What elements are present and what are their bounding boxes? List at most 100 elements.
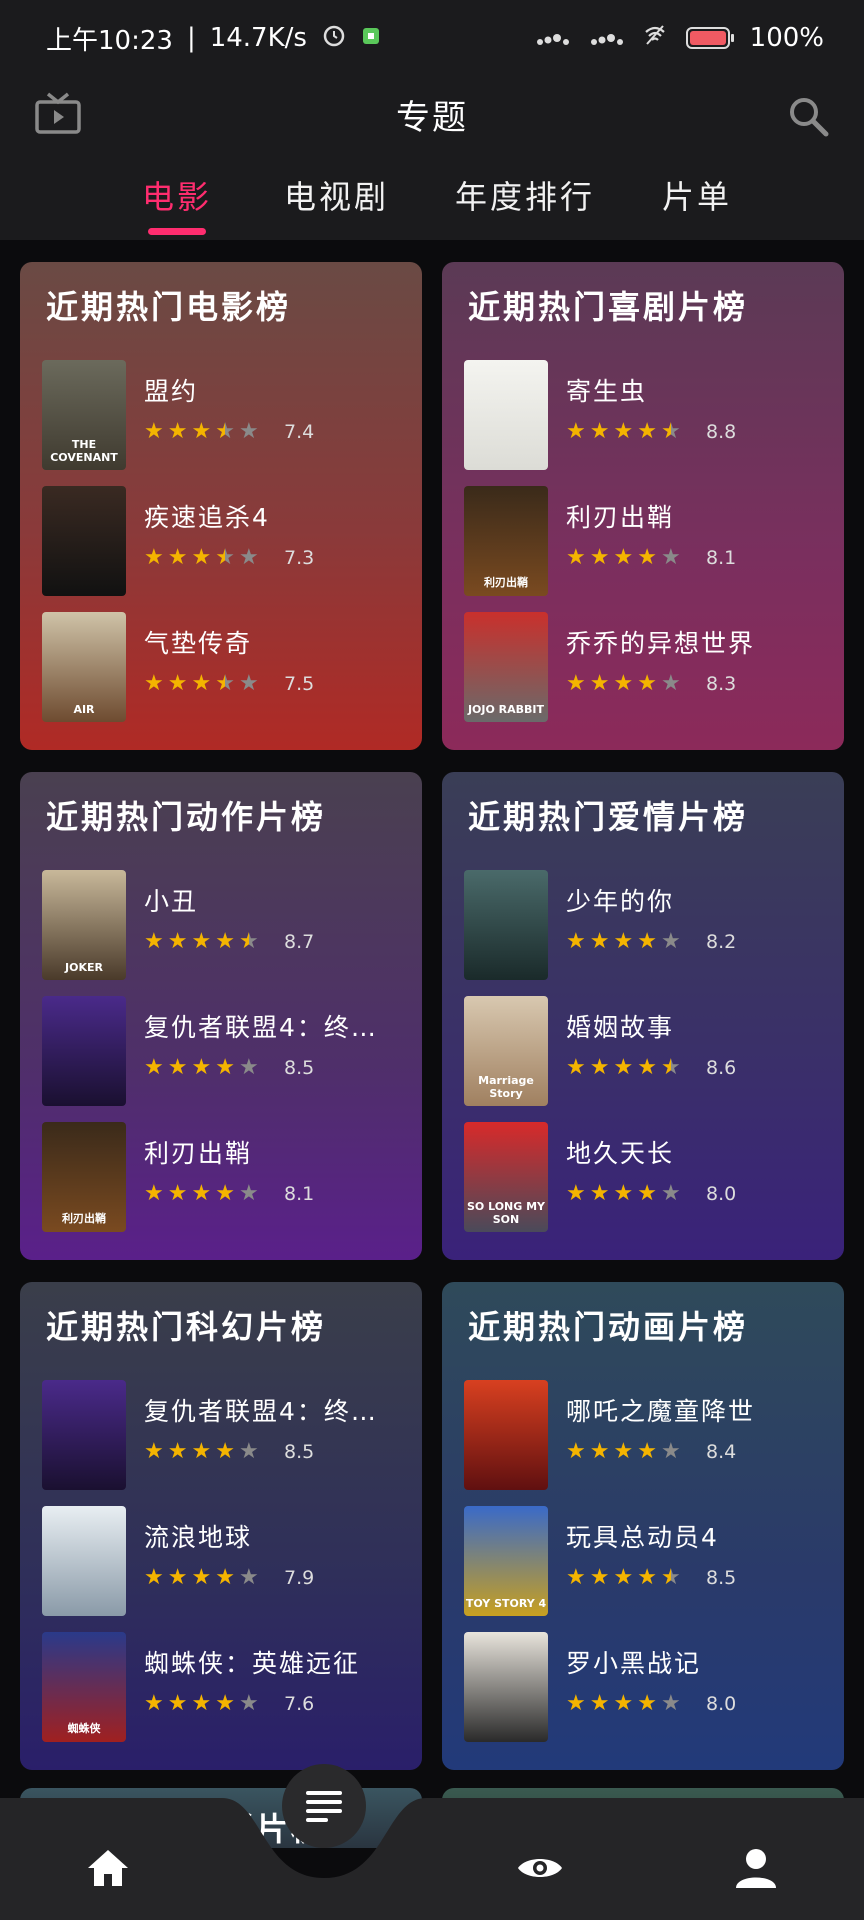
star-icon: ★ (637, 545, 657, 570)
poster-title-text: JOKER (65, 961, 103, 974)
star-icon: ★ (191, 1691, 212, 1716)
movie-item[interactable]: JOJO RABBIT 乔乔的异想世界 ★ ★ ★ ★ ★ 8.3 (464, 612, 834, 722)
star-icon: ★ (167, 671, 188, 696)
star-icon: ★ (238, 419, 259, 444)
movie-item[interactable]: 少年的你 ★ ★ ★ ★ ★ 8.2 (464, 870, 834, 980)
movie-item[interactable]: 寄生虫 ★ ★ ★ ★ ★ 8.8 (464, 360, 834, 470)
star-icon: ★ (660, 1055, 681, 1080)
status-time: 上午10:23 (46, 25, 173, 56)
star-icon: ★ (660, 1181, 681, 1206)
movie-title: 复仇者联盟4：终… (144, 1013, 378, 1042)
star-icon: ★ (566, 1565, 586, 1590)
movie-item[interactable]: 复仇者联盟4：终… ★ ★ ★ ★ ★ 8.5 (42, 1380, 412, 1490)
star-icon: ★ (167, 1691, 188, 1716)
star-icon: ★ (660, 1565, 681, 1590)
movie-item[interactable]: 利刃出鞘 利刃出鞘 ★ ★ ★ ★ ★ 8.1 (42, 1122, 412, 1232)
tab-annual-ranking[interactable]: 年度排行 (455, 172, 595, 218)
topic-card[interactable]: 近期热门动画片榜 哪吒之魔童降世 ★ ★ ★ ★ ★ 8.4 TOY STORY 4 玩具总动员4… (442, 1282, 844, 1770)
home-icon[interactable] (84, 1844, 132, 1892)
movie-poster: TOY STORY 4 (464, 1506, 548, 1616)
star-icon: ★ (613, 1439, 634, 1464)
movie-title: 小丑 (144, 887, 199, 916)
topic-card[interactable]: 近期热门动作片榜 JOKER 小丑 ★ ★ ★ ★ ★ 8.7 复仇者联盟4：终… ★ ★ ★ ★ ★ 8.5… (20, 772, 422, 1260)
movie-title: 气垫传奇 (144, 629, 253, 658)
star-rating: ★ ★ ★ ★ ★ (144, 1056, 259, 1080)
movie-title: 罗小黑战记 (566, 1649, 702, 1678)
star-rating: ★ ★ ★ ★ ★ (144, 1182, 259, 1206)
movie-poster (464, 870, 548, 980)
movie-item[interactable]: AIR 气垫传奇 ★ ★ ★ ★ ★ 7.5 (42, 612, 412, 722)
movie-item[interactable]: TOY STORY 4 玩具总动员4 ★ ★ ★ ★ ★ 8.5 (464, 1506, 834, 1616)
star-icon: ★ (215, 1439, 235, 1464)
star-icon: ★ (660, 1439, 681, 1464)
star-icon: ★ (613, 1181, 634, 1206)
movie-item[interactable]: 疾速追杀4 ★ ★ ★ ★ ★ 7.3 (42, 486, 412, 596)
movie-poster: AIR (42, 612, 126, 722)
star-icon: ★ (191, 671, 212, 696)
signal-icon-2 (590, 23, 624, 53)
movie-poster: THE COVENANT (42, 360, 126, 470)
topic-card[interactable]: 近期热门喜剧片榜 寄生虫 ★ ★ ★ ★ ★ 8.8 利刃出鞘 利刃出鞘 ★ ★ ★ ★ ★ 8.1 JOJO … (442, 262, 844, 750)
movie-poster: 利刃出鞘 (42, 1122, 126, 1232)
star-rating: ★ ★ ★ ★ ★ (144, 420, 259, 444)
status-network-speed: 14.7K/s (209, 23, 307, 53)
rating-score: 7.6 (284, 1693, 315, 1715)
star-rating: ★ ★ ★ ★ ★ (566, 420, 681, 444)
topic-card[interactable]: 近期热门爱情片榜 少年的你 ★ ★ ★ ★ ★ 8.2 Marriage Story 婚姻故事 ★ ★… (442, 772, 844, 1260)
rating-score: 8.5 (284, 1057, 315, 1079)
movie-item[interactable]: THE COVENANT 盟约 ★ ★ ★ ★ ★ 7.4 (42, 360, 412, 470)
tab-playlist[interactable]: 片单 (662, 172, 732, 218)
movie-item[interactable]: 蜘蛛侠 蜘蛛侠：英雄远征 ★ ★ ★ ★ ★ 7.6 (42, 1632, 412, 1742)
movie-poster: 利刃出鞘 (464, 486, 548, 596)
eye-icon[interactable] (516, 1844, 564, 1892)
star-icon: ★ (637, 419, 657, 444)
app-notification-icon (361, 23, 381, 53)
movie-item[interactable]: 利刃出鞘 利刃出鞘 ★ ★ ★ ★ ★ 8.1 (464, 486, 834, 596)
star-icon: ★ (144, 545, 164, 570)
movie-poster: JOJO RABBIT (464, 612, 548, 722)
movie-item[interactable]: 复仇者联盟4：终… ★ ★ ★ ★ ★ 8.5 (42, 996, 412, 1106)
menu-icon (306, 1791, 342, 1822)
movie-title: 盟约 (144, 377, 199, 406)
topic-card[interactable]: 近期热门科幻片榜 复仇者联盟4：终… ★ ★ ★ ★ ★ 8.5 流浪地球 ★ ★ ★ ★ ★ 7.9 蜘蛛侠… (20, 1282, 422, 1770)
star-icon: ★ (144, 1565, 164, 1590)
tab-movie[interactable]: 电影 (142, 172, 212, 218)
movie-item[interactable]: 流浪地球 ★ ★ ★ ★ ★ 7.9 (42, 1506, 412, 1616)
star-icon: ★ (144, 671, 164, 696)
star-icon: ★ (566, 929, 586, 954)
star-icon: ★ (637, 1439, 657, 1464)
star-icon: ★ (566, 419, 586, 444)
movie-item[interactable]: SO LONG MY SON 地久天长 ★ ★ ★ ★ ★ 8.0 (464, 1122, 834, 1232)
movie-title: 利刃出鞘 (144, 1139, 253, 1168)
movie-item[interactable]: 罗小黑战记 ★ ★ ★ ★ ★ 8.0 (464, 1632, 834, 1742)
star-icon: ★ (238, 929, 259, 954)
poster-title-text: 利刃出鞘 (484, 576, 528, 589)
star-icon: ★ (167, 1055, 188, 1080)
star-icon: ★ (191, 419, 212, 444)
poster-title-text: 蜘蛛侠 (67, 1722, 101, 1735)
star-icon: ★ (613, 929, 634, 954)
tab-tv-series[interactable]: 电视剧 (284, 172, 389, 218)
menu-fab-button[interactable] (282, 1764, 366, 1848)
rating-score: 7.4 (284, 421, 315, 443)
movie-item[interactable]: Marriage Story 婚姻故事 ★ ★ ★ ★ ★ 8.6 (464, 996, 834, 1106)
card-title: 近期热门喜剧片榜 (468, 288, 749, 326)
movie-title: 复仇者联盟4：终… (144, 1397, 378, 1426)
star-icon: ★ (215, 1055, 235, 1080)
category-tabs: 电影 电视剧 年度排行 片单 (0, 172, 864, 240)
star-icon: ★ (637, 1055, 657, 1080)
profile-icon[interactable] (732, 1844, 780, 1892)
star-icon: ★ (589, 1691, 610, 1716)
star-icon: ★ (238, 1181, 259, 1206)
card-title: 近期热门电影榜 (46, 288, 292, 326)
movie-poster (464, 360, 548, 470)
star-icon: ★ (215, 929, 235, 954)
star-icon: ★ (637, 1691, 657, 1716)
star-icon: ★ (144, 1439, 164, 1464)
movie-item[interactable]: JOKER 小丑 ★ ★ ★ ★ ★ 8.7 (42, 870, 412, 980)
movie-item[interactable]: 哪吒之魔童降世 ★ ★ ★ ★ ★ 8.4 (464, 1380, 834, 1490)
star-icon: ★ (167, 1565, 188, 1590)
active-tab-indicator (148, 228, 206, 235)
search-icon[interactable] (786, 94, 830, 138)
topic-card[interactable]: 近期热门电影榜 THE COVENANT 盟约 ★ ★ ★ ★ ★ 7.4 疾速追杀4 ★ ★ ★ ★ ★ 7… (20, 262, 422, 750)
